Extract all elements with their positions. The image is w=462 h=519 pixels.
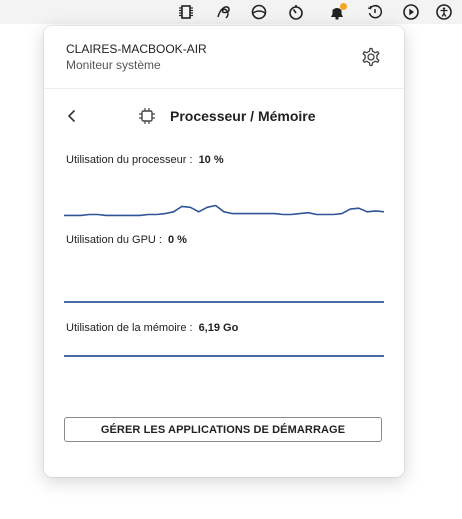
accessibility-icon[interactable] (434, 2, 454, 22)
cpu-usage-value: 10 % (198, 154, 224, 166)
cpu-usage-label: Utilisation du processeur : (66, 154, 193, 166)
manage-startup-apps-button[interactable]: GÉRER LES APPLICATIONS DE DÉMARRAGE (64, 417, 382, 442)
menu-bar (0, 0, 462, 24)
processor-chip-icon (137, 106, 157, 126)
timer-icon[interactable] (286, 2, 306, 22)
circle-icon[interactable] (249, 2, 269, 22)
popover-header: CLAIRES-MACBOOK-AIR Moniteur système (44, 26, 404, 89)
cpu-usage-graph (64, 204, 384, 217)
clock-history-icon[interactable] (365, 2, 385, 22)
system-monitor-popover: CLAIRES-MACBOOK-AIR Moniteur système Pro… (44, 26, 404, 477)
notification-bell-icon[interactable] (327, 2, 347, 22)
cpu-chip-icon[interactable] (176, 2, 196, 22)
back-chevron-icon[interactable] (64, 106, 80, 126)
gpu-usage-row: Utilisation du GPU : 0 % (66, 234, 187, 246)
memory-usage-value: 6,19 Go (198, 322, 239, 334)
scribble-icon[interactable] (214, 2, 234, 22)
cpu-usage-line (64, 204, 384, 217)
memory-usage-row: Utilisation de la mémoire : 6,19 Go (66, 322, 238, 334)
memory-usage-graph (64, 355, 384, 357)
notification-badge (340, 3, 347, 10)
gpu-usage-label: Utilisation du GPU : (66, 234, 162, 246)
gpu-usage-value: 0 % (167, 234, 187, 246)
app-title: Moniteur système (66, 58, 161, 72)
cpu-usage-row: Utilisation du processeur : 10 % (66, 154, 224, 166)
computer-name: CLAIRES-MACBOOK-AIR (66, 42, 207, 56)
gpu-usage-graph (64, 301, 384, 303)
play-circle-icon[interactable] (401, 2, 421, 22)
gear-icon[interactable] (359, 45, 383, 69)
section-nav: Processeur / Mémoire (44, 104, 404, 128)
memory-usage-label: Utilisation de la mémoire : (66, 322, 193, 334)
section-title: Processeur / Mémoire (170, 108, 316, 124)
